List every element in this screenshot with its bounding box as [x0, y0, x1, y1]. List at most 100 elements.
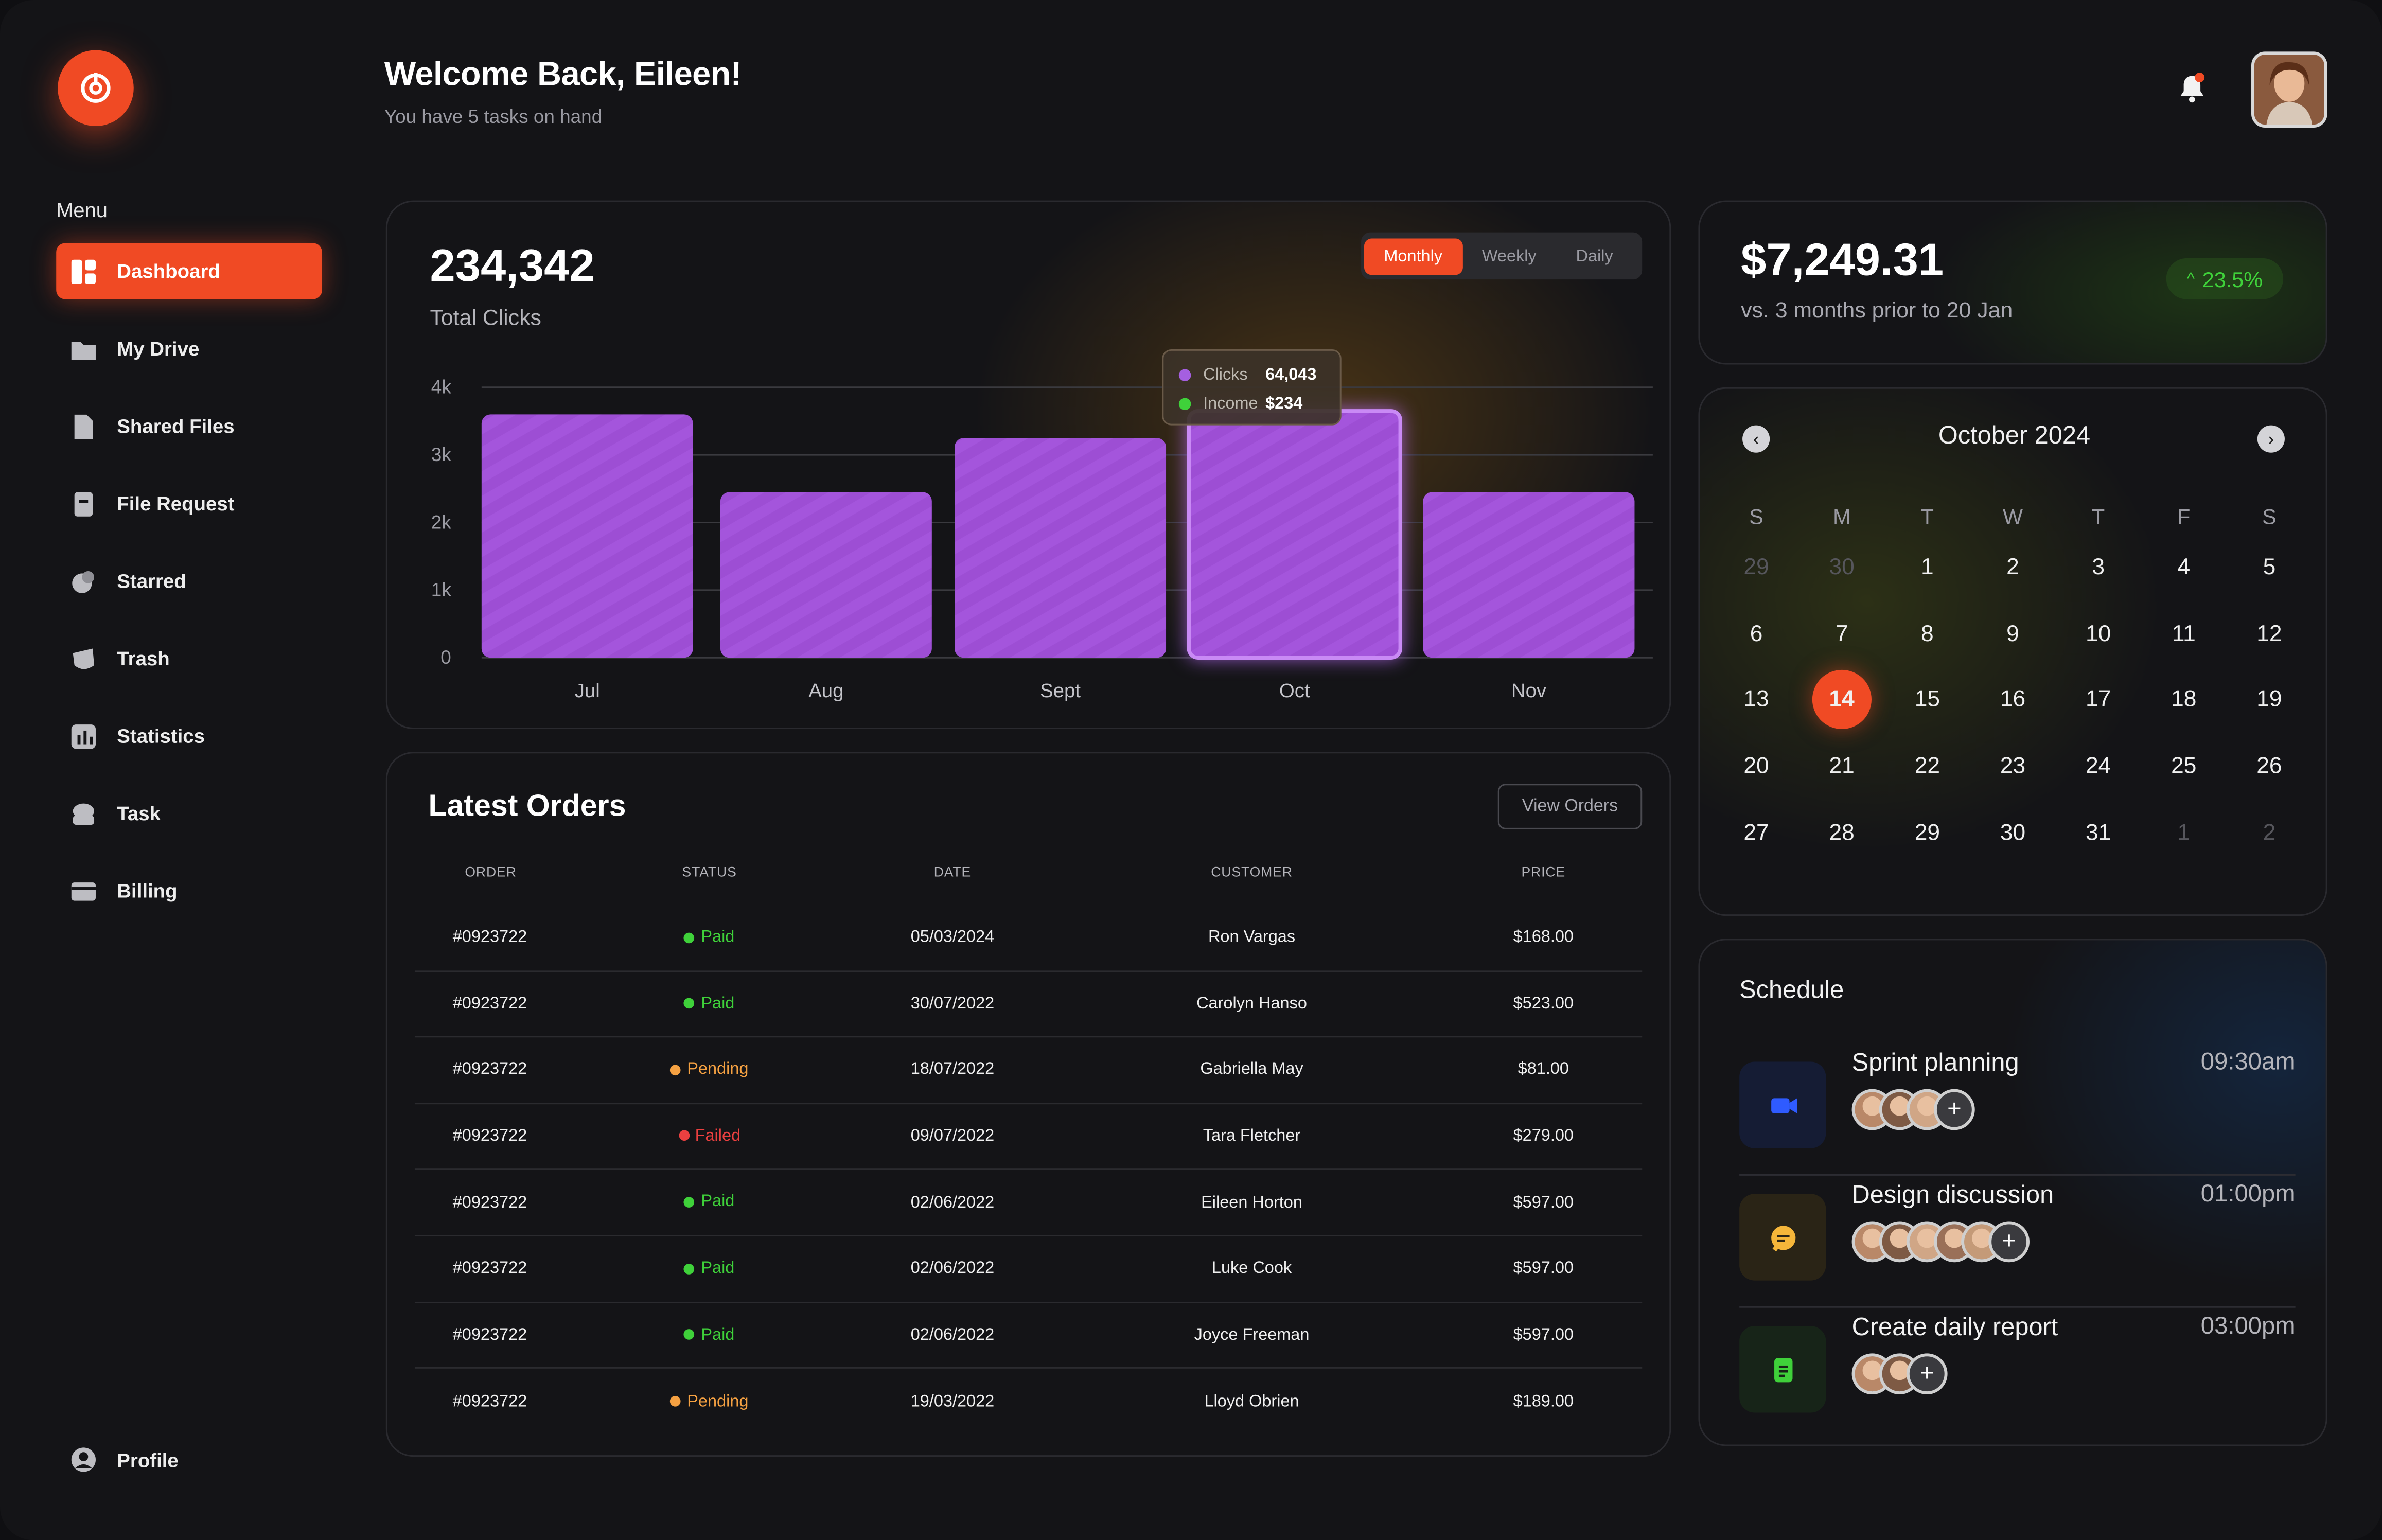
sidebar-item-label: Dashboard [117, 259, 220, 283]
calendar-day[interactable]: 6 [1714, 601, 1799, 667]
calendar-day[interactable]: 30 [1799, 535, 1884, 601]
next-month-button[interactable]: › [2257, 425, 2285, 453]
status-text: Paid [701, 1325, 735, 1344]
column-price: PRICE [1521, 864, 1566, 880]
sidebar-item-starred[interactable]: Starred [56, 553, 322, 609]
add-attendee-button[interactable]: + [1934, 1089, 1975, 1130]
calendar-day[interactable]: 8 [1884, 601, 1970, 667]
calendar-day[interactable]: 22 [1884, 733, 1970, 800]
table-row[interactable]: #0923722 Paid 30/07/2022 Carolyn Hanso $523.… [414, 971, 1643, 1038]
table-row[interactable]: #0923722 Pending 19/03/2022 Lloyd Obrien $18… [415, 1369, 1642, 1435]
calendar-day[interactable]: 17 [2056, 667, 2141, 734]
calendar-day[interactable]: 2 [1970, 535, 2055, 601]
calendar-week: 13 14 15 16 17 18 19 [1714, 667, 2312, 734]
page-subtitle: You have 5 tasks on hand [384, 106, 603, 128]
status-cell: Pending [573, 1060, 846, 1079]
day-number: 2 [2263, 820, 2276, 846]
calendar-day[interactable]: 31 [2056, 800, 2141, 866]
sidebar-item-file-request[interactable]: File Request [56, 475, 322, 532]
x-tick-label: Nov [1511, 680, 1547, 702]
calendar-day[interactable]: 7 [1799, 601, 1884, 667]
event-name: Create daily report [1851, 1314, 2058, 1341]
tab-daily[interactable]: Daily [1556, 238, 1633, 274]
status-cell: Paid [573, 1325, 846, 1344]
app-logo[interactable] [58, 50, 134, 127]
calendar-day-today[interactable]: 14 [1799, 667, 1884, 734]
calendar-week: 6 7 8 9 10 11 12 [1714, 601, 2312, 667]
calendar-day[interactable]: 26 [2227, 733, 2312, 800]
customer-name: Gabriella May [1200, 1060, 1303, 1079]
calendar-day[interactable]: 10 [2056, 601, 2141, 667]
table-row[interactable]: #0923722 Paid 02/06/2022 Joyce Freeman $597.… [414, 1303, 1643, 1369]
schedule-event[interactable]: Design discussion 01:00pm + [1739, 1176, 2296, 1308]
weekday-label: T [1920, 504, 1934, 529]
calendar-day[interactable]: 21 [1799, 733, 1884, 800]
tab-weekly[interactable]: Weekly [1462, 238, 1556, 274]
table-row[interactable]: #0923722 Paid 02/06/2022 Luke Cook $597.00 [414, 1236, 1643, 1303]
table-row[interactable]: #0923722 Paid 05/03/2024 Ron Vargas $168.00 [414, 905, 1643, 972]
sidebar-item-my-drive[interactable]: My Drive [56, 321, 322, 377]
day-number: 24 [2086, 753, 2111, 780]
schedule-event[interactable]: Sprint planning 09:30am + [1739, 1043, 2296, 1176]
schedule-event[interactable]: Create daily report 03:00pm + [1739, 1308, 2296, 1440]
bar-nov[interactable] [1423, 492, 1635, 658]
calendar-day[interactable]: 19 [2227, 667, 2312, 734]
bar-oct[interactable] [1187, 409, 1402, 660]
tab-monthly[interactable]: Monthly [1364, 238, 1462, 274]
add-attendee-button[interactable]: + [1906, 1353, 1948, 1395]
calendar-day[interactable]: 29 [1714, 535, 1799, 601]
sidebar-item-trash[interactable]: Trash [56, 630, 322, 686]
calendar-day[interactable]: 29 [1884, 800, 1970, 866]
calendar-day[interactable]: 3 [2056, 535, 2141, 601]
tooltip-clicks-value: 64,043 [1265, 365, 1317, 384]
calendar-day[interactable]: 18 [2141, 667, 2227, 734]
calendar-day[interactable]: 27 [1714, 800, 1799, 866]
bar-sept[interactable] [955, 438, 1167, 658]
shared-file-icon [74, 414, 93, 438]
day-number: 25 [2171, 753, 2197, 780]
sidebar-item-shared-files[interactable]: Shared Files [56, 398, 322, 454]
sidebar-item-profile[interactable]: Profile [70, 1446, 179, 1473]
calendar-day[interactable]: 20 [1714, 733, 1799, 800]
day-number: 1 [1921, 555, 1934, 581]
calendar-day[interactable]: 25 [2141, 733, 2227, 800]
sidebar-item-label: Trash [117, 647, 170, 670]
view-orders-button[interactable]: View Orders [1497, 784, 1643, 829]
sidebar-item-dashboard[interactable]: Dashboard [56, 243, 322, 299]
day-number: 31 [2086, 820, 2111, 846]
table-row[interactable]: #0923722 Pending 18/07/2022 Gabriella May $8… [414, 1038, 1643, 1104]
bar-jul[interactable] [481, 414, 693, 658]
status-text: Pending [687, 1060, 749, 1079]
revenue-change-badge: ^ 23.5% [2166, 258, 2284, 299]
day-number: 29 [1914, 820, 1940, 846]
calendar-day[interactable]: 16 [1970, 667, 2055, 734]
table-row[interactable]: #0923722 Failed 09/07/2022 Tara Fletcher $27… [414, 1104, 1643, 1171]
calendar-day[interactable]: 28 [1799, 800, 1884, 866]
calendar-day[interactable]: 11 [2141, 601, 2227, 667]
calendar-day[interactable]: 2 [2227, 800, 2312, 866]
add-attendee-button[interactable]: + [1988, 1221, 2030, 1263]
calendar-day[interactable]: 12 [2227, 601, 2312, 667]
calendar-day[interactable]: 9 [1970, 601, 2055, 667]
weekday-header: SMTWTFS [1714, 498, 2312, 535]
calendar-day[interactable]: 1 [2141, 800, 2227, 866]
calendar-day[interactable]: 13 [1714, 667, 1799, 734]
sidebar-item-statistics[interactable]: Statistics [56, 708, 322, 764]
bar-aug[interactable] [720, 492, 932, 658]
calendar-day[interactable]: 4 [2141, 535, 2227, 601]
order-date: 02/06/2022 [910, 1260, 995, 1278]
column-order: ORDER [465, 864, 517, 880]
table-row[interactable]: #0923722 Paid 02/06/2022 Eileen Horton $597.… [414, 1170, 1643, 1236]
calendar-day[interactable]: 15 [1884, 667, 1970, 734]
calendar-day[interactable]: 5 [2227, 535, 2312, 601]
notification-bell-icon[interactable] [2177, 72, 2207, 105]
sidebar-item-task[interactable]: Task [56, 785, 322, 841]
calendar-day[interactable]: 1 [1884, 535, 1970, 601]
sidebar-item-billing[interactable]: Billing [56, 863, 322, 919]
order-price: $189.00 [1513, 1392, 1574, 1411]
x-tick-label: Aug [808, 680, 843, 702]
calendar-day[interactable]: 23 [1970, 733, 2055, 800]
calendar-day[interactable]: 30 [1970, 800, 2055, 866]
user-avatar[interactable] [2251, 51, 2327, 128]
calendar-day[interactable]: 24 [2056, 733, 2141, 800]
